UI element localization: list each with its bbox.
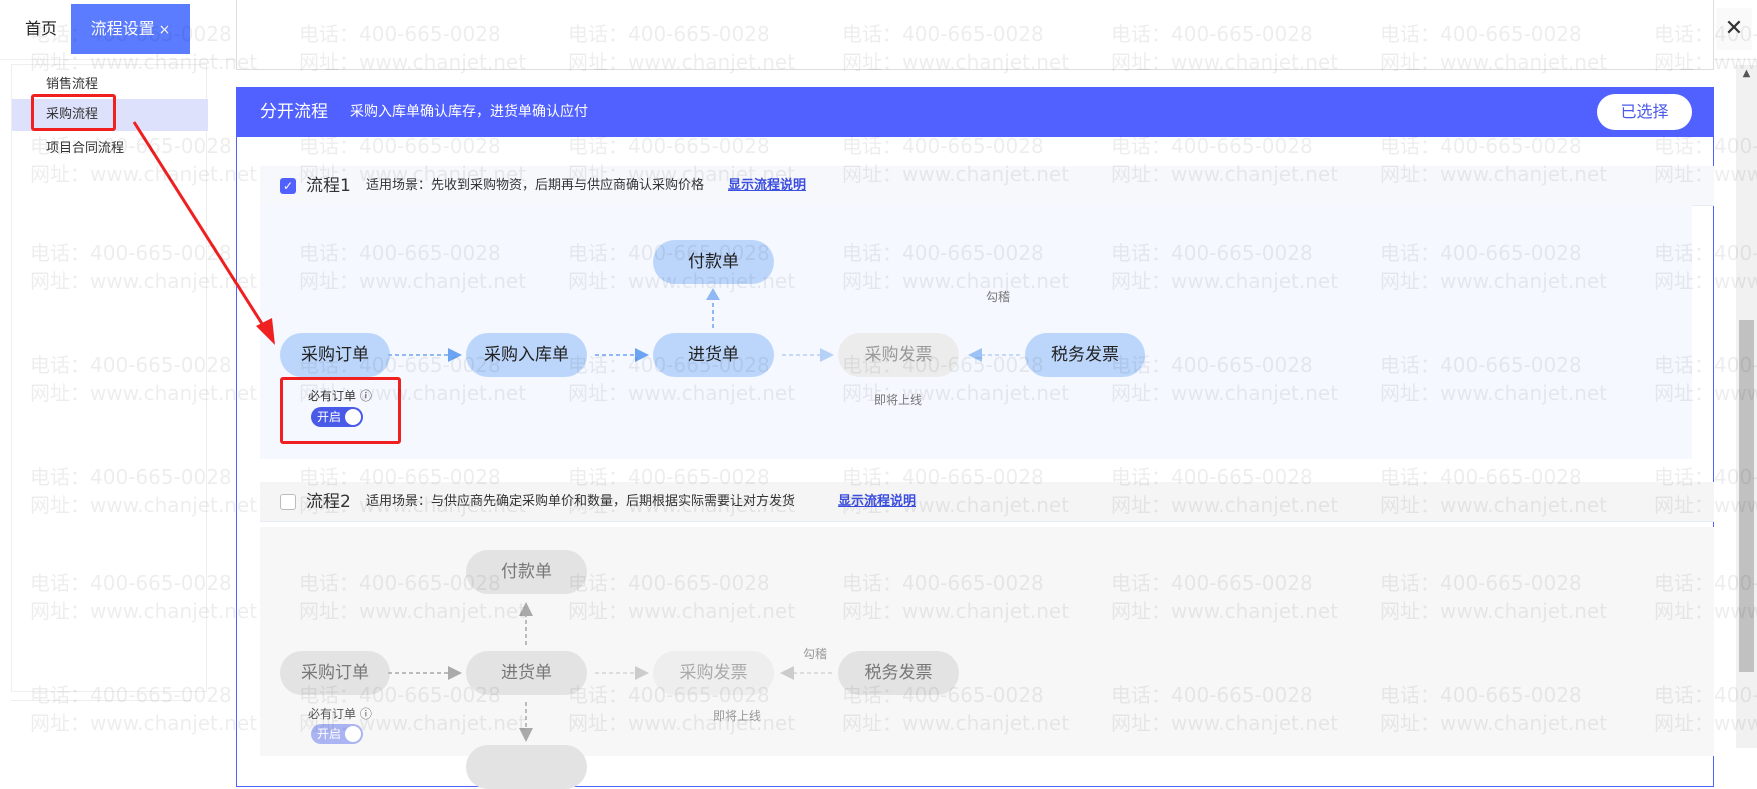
node-receipt[interactable]: 进货单: [466, 651, 587, 695]
node-tax-invoice[interactable]: 税务发票: [838, 651, 959, 695]
flow2-name: 流程2: [306, 492, 351, 512]
panel-title: 分开流程: [260, 102, 328, 122]
tab-flow-settings[interactable]: 流程设置 ×: [71, 4, 190, 54]
node-purchase-order[interactable]: 采购订单: [280, 651, 390, 695]
node-payment[interactable]: 付款单: [653, 240, 774, 284]
node-purchase-invoice: 采购发票: [838, 333, 959, 377]
node-tax-invoice[interactable]: 税务发票: [1025, 333, 1145, 377]
must-order-label: 必有订单 ⓘ: [308, 705, 372, 722]
must-order-text: 必有订单: [308, 707, 357, 721]
node-receipt[interactable]: 进货单: [653, 333, 774, 377]
coming-soon-label: 即将上线: [874, 393, 923, 407]
panel-header: 分开流程 采购入库单确认库存，进货单确认应付 已选择: [236, 87, 1714, 137]
scrollbar-thumb[interactable]: [1739, 320, 1754, 672]
sidebar-item-project-contract[interactable]: 项目合同流程: [12, 133, 208, 165]
scroll-up-icon[interactable]: ▲: [1736, 65, 1757, 83]
tab-home[interactable]: 首页: [12, 4, 70, 54]
help-icon[interactable]: ⓘ: [360, 707, 372, 721]
node-purchase-invoice: 采购发票: [653, 651, 774, 695]
toggle-knob: [345, 726, 361, 742]
flow2-header: 流程2 适用场景：与供应商先确定采购单价和数量，后期根据实际需要让对方发货 显示…: [260, 482, 1714, 522]
tab-label: 流程设置: [90, 19, 155, 38]
sidebar: 销售流程 采购流程 项目合同流程: [11, 64, 208, 692]
match-label: 勾稽: [986, 290, 1011, 304]
window-close-button[interactable]: ✕: [1716, 8, 1752, 50]
flow1-header: ✓ 流程1 适用场景：先收到采购物资，后期再与供应商确认采购价格 显示流程说明: [260, 166, 1714, 206]
scrollbar[interactable]: ▲: [1736, 65, 1757, 748]
flow1-checkbox[interactable]: ✓: [280, 178, 296, 194]
node-payment[interactable]: 付款单: [466, 550, 587, 594]
flow1-show-description-link[interactable]: 显示流程说明: [728, 166, 806, 206]
flow1-description: 适用场景：先收到采购物资，后期再与供应商确认采购价格: [366, 178, 705, 193]
flow2-diagram: 采购订单 进货单 付款单 采购发票 税务发票 勾稽 即将上线 必有订单 ⓘ 开启: [260, 527, 1714, 789]
flow1-name: 流程1: [306, 176, 351, 196]
must-order-toggle[interactable]: 开启: [311, 724, 363, 744]
toggle-label: 开启: [317, 727, 342, 741]
flow2-show-description-link[interactable]: 显示流程说明: [838, 482, 916, 522]
panel-description: 采购入库单确认库存，进货单确认应付: [350, 104, 588, 120]
node-purchase-order[interactable]: 采购订单: [280, 333, 390, 377]
match-label: 勾稽: [803, 647, 828, 661]
flow1-diagram: 采购订单 采购入库单 进货单 付款单 采购发票 税务发票 勾稽 即将上线 必有订…: [260, 205, 1692, 459]
node-bottom[interactable]: [466, 745, 587, 789]
coming-soon-label: 即将上线: [713, 709, 762, 723]
flow2-checkbox[interactable]: [280, 494, 296, 510]
close-icon[interactable]: ×: [159, 22, 171, 38]
highlight-box-toggle: [280, 377, 401, 444]
sidebar-footer: [11, 700, 191, 756]
top-box: [236, 0, 1714, 70]
node-purchase-inbound[interactable]: 采购入库单: [466, 333, 587, 377]
selected-button[interactable]: 已选择: [1597, 94, 1692, 130]
flow2-description: 适用场景：与供应商先确定采购单价和数量，后期根据实际需要让对方发货: [366, 494, 796, 509]
highlight-box-sidebar: [31, 94, 116, 131]
